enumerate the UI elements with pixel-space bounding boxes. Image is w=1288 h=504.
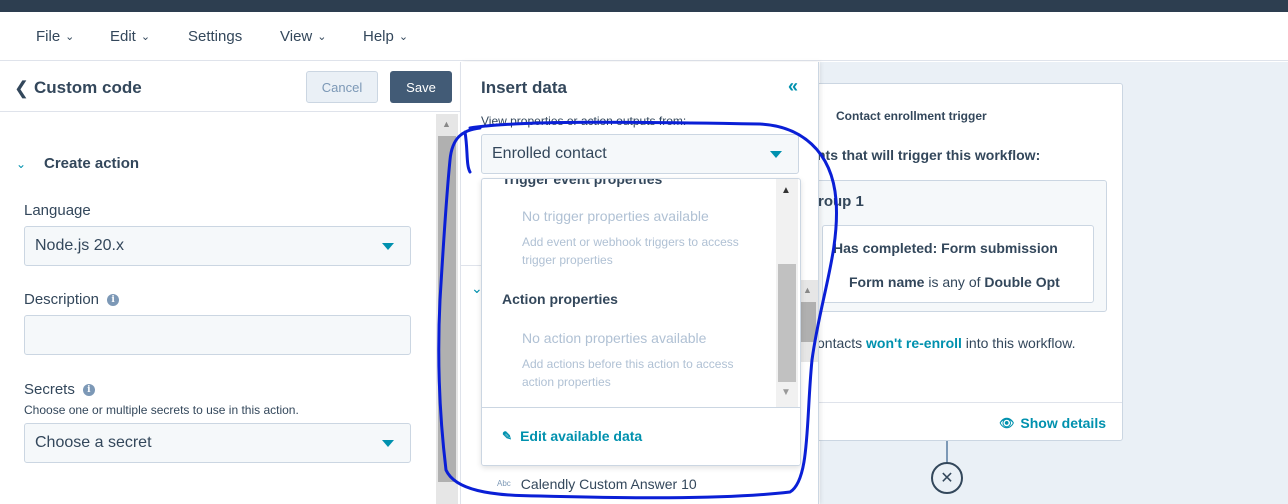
- source-value: Enrolled contact: [492, 145, 607, 162]
- edit-available-data-button[interactable]: ✎ Edit available data: [502, 428, 642, 444]
- caret-down-icon: [382, 440, 394, 447]
- chevron-down-icon[interactable]: ⌄: [16, 157, 26, 171]
- condition-line: Has completed: Form submission: [833, 240, 1058, 256]
- panel-title: Custom code: [34, 78, 142, 97]
- insert-data-title: Insert data: [481, 78, 567, 97]
- trigger-card-title: Contact enrollment trigger: [836, 109, 987, 123]
- info-icon[interactable]: i: [82, 383, 95, 396]
- insert-data-panel: Insert data « View properties or action …: [461, 62, 819, 504]
- condition-field: Form name: [849, 274, 925, 290]
- source-select[interactable]: Enrolled contact: [481, 134, 799, 174]
- description-label-text: Description: [24, 291, 100, 308]
- scroll-down-arrow-icon[interactable]: ▼: [781, 387, 791, 398]
- menu-view-label: View: [280, 28, 313, 45]
- list-item[interactable]: Abc Calendly Custom Answer 10: [497, 476, 697, 492]
- menu-edit-label: Edit: [110, 28, 136, 45]
- condition-operator: is any of: [924, 274, 985, 290]
- pencil-icon: ✎: [502, 429, 513, 443]
- double-chevron-left-icon[interactable]: «: [788, 76, 798, 97]
- language-value: Node.js 20.x: [35, 237, 124, 254]
- menu-settings[interactable]: Settings: [188, 28, 242, 45]
- menu-file[interactable]: File ⌄: [36, 28, 74, 45]
- condition-box: Has completed: Form submission Form name…: [822, 225, 1094, 303]
- menu-edit[interactable]: Edit ⌄: [110, 28, 150, 45]
- caret-down-icon: [382, 243, 394, 250]
- divider: [461, 265, 481, 266]
- menu-view[interactable]: View ⌄: [280, 28, 326, 45]
- chevron-down-icon: ⌄: [65, 31, 75, 43]
- caret-down-icon: [770, 151, 782, 158]
- menu-bar: File ⌄ Edit ⌄ Settings View ⌄ Help ⌄: [0, 12, 1288, 61]
- menu-file-label: File: [36, 28, 61, 45]
- enrollment-trigger-card[interactable]: Contact enrollment trigger nts that will…: [800, 83, 1123, 441]
- panel-header: ❮ Custom code Cancel Save: [0, 62, 460, 112]
- list-item-label: Calendly Custom Answer 10: [520, 476, 697, 492]
- source-label: View properties or action outputs from:: [481, 114, 687, 128]
- trigger-card-subtitle: nts that will trigger this workflow:: [817, 147, 1041, 163]
- dropdown-empty-message: No action properties available: [522, 330, 707, 346]
- chevron-left-icon[interactable]: ❮: [14, 78, 29, 99]
- trigger-card-footer: 👁 Show details: [801, 402, 1122, 441]
- edit-available-data-label: Edit available data: [520, 428, 643, 444]
- dropdown-hint: Add actions before this action to access…: [522, 357, 734, 389]
- scroll-up-arrow-icon[interactable]: ▲: [803, 285, 812, 295]
- reenroll-text: ontacts won't re-enroll into this workfl…: [817, 335, 1076, 351]
- group-title: roup 1: [818, 193, 864, 210]
- reenroll-link[interactable]: won't re-enroll: [866, 335, 962, 351]
- language-label-text: Language: [24, 202, 91, 219]
- save-button[interactable]: Save: [390, 71, 452, 103]
- chevron-down-icon: ⌄: [140, 31, 151, 43]
- dropdown-group-heading: Action properties: [502, 291, 618, 307]
- source-dropdown-menu: Trigger event properties No trigger prop…: [481, 178, 801, 466]
- menu-settings-label: Settings: [188, 28, 243, 45]
- secrets-label: Secrets i: [24, 381, 95, 398]
- condition-detail: Form name is any of Double Opt: [849, 274, 1060, 290]
- dropdown-group-heading: Trigger event properties: [502, 178, 663, 187]
- scroll-up-arrow-icon[interactable]: ▲: [442, 119, 451, 129]
- menu-help-label: Help: [363, 28, 394, 45]
- cancel-button[interactable]: Cancel: [306, 71, 378, 103]
- secrets-select[interactable]: Choose a secret: [24, 423, 411, 463]
- top-nav-bar: [0, 0, 1288, 12]
- eye-icon: 👁: [999, 416, 1015, 430]
- reenroll-suffix: into this workflow.: [961, 335, 1076, 351]
- dropdown-empty-message: No trigger properties available: [522, 208, 709, 224]
- language-label: Language: [24, 202, 91, 219]
- show-details-link[interactable]: 👁 Show details: [999, 415, 1106, 431]
- scroll-up-arrow-icon[interactable]: ▲: [781, 185, 791, 196]
- menu-help[interactable]: Help ⌄: [363, 28, 408, 45]
- close-circle-icon[interactable]: ✕: [931, 462, 963, 494]
- workflow-connector: [946, 441, 948, 463]
- dropdown-hint: Add event or webhook triggers to access …: [522, 235, 739, 267]
- show-details-label: Show details: [1020, 415, 1106, 431]
- scrollbar-thumb[interactable]: [800, 302, 816, 342]
- filter-group: roup 1 Has completed: Form submission Fo…: [811, 180, 1107, 312]
- secrets-help-text: Choose one or multiple secrets to use in…: [24, 403, 299, 417]
- description-input[interactable]: [24, 315, 411, 355]
- scrollbar-thumb[interactable]: [778, 264, 796, 382]
- description-label: Description i: [24, 291, 120, 308]
- custom-code-panel: ❮ Custom code Cancel Save ⌄ Create actio…: [0, 62, 461, 504]
- dropdown-footer: ✎ Edit available data: [482, 407, 800, 465]
- info-icon[interactable]: i: [107, 293, 120, 306]
- chevron-down-icon: ⌄: [317, 31, 327, 43]
- secrets-label-text: Secrets: [24, 381, 75, 398]
- reenroll-prefix: ontacts: [817, 335, 867, 351]
- condition-value: Double Opt: [984, 274, 1060, 290]
- chevron-down-icon: ⌄: [398, 31, 409, 43]
- scrollbar-thumb[interactable]: [438, 136, 456, 482]
- section-title-create-action[interactable]: Create action: [44, 155, 139, 172]
- text-type-icon: Abc: [497, 479, 511, 488]
- secrets-placeholder: Choose a secret: [35, 434, 152, 451]
- language-select[interactable]: Node.js 20.x: [24, 226, 411, 266]
